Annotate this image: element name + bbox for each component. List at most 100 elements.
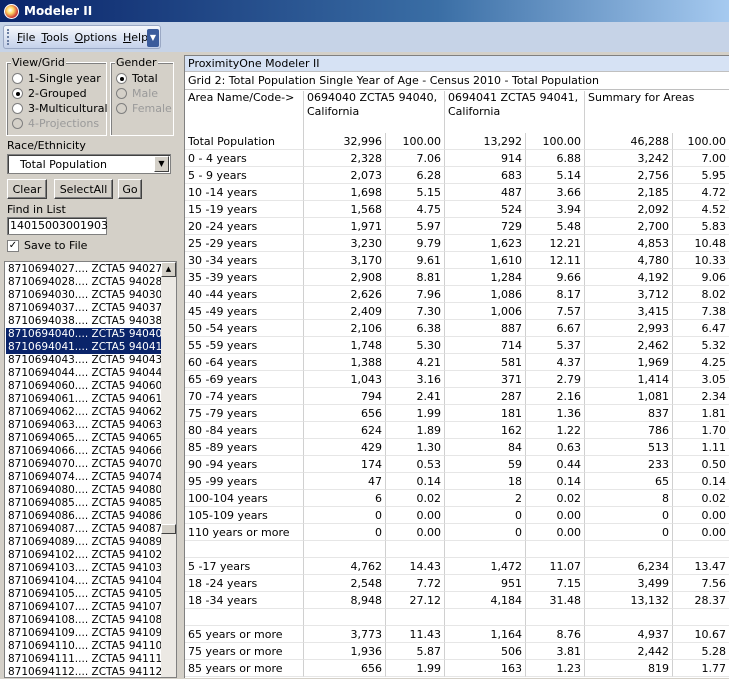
- percent-cell[interactable]: 9.79: [386, 235, 445, 252]
- percent-cell[interactable]: 11.07: [526, 558, 585, 575]
- percent-cell[interactable]: 5.14: [526, 167, 585, 184]
- percent-cell[interactable]: 0.53: [386, 456, 445, 473]
- percent-cell[interactable]: 2.34: [673, 388, 729, 405]
- percent-cell[interactable]: 4.37: [526, 354, 585, 371]
- count-cell[interactable]: 2,462: [585, 337, 673, 354]
- count-cell[interactable]: 794: [304, 388, 386, 405]
- count-cell[interactable]: 2,993: [585, 320, 673, 337]
- view-grid-option-3[interactable]: 3-Multicultural: [12, 102, 108, 115]
- count-cell[interactable]: 8,948: [304, 592, 386, 609]
- percent-cell[interactable]: 8.81: [386, 269, 445, 286]
- row-label[interactable]: 15 -19 years: [185, 201, 304, 218]
- percent-cell[interactable]: 6.88: [526, 150, 585, 167]
- percent-cell[interactable]: 0.00: [386, 507, 445, 524]
- count-cell[interactable]: 1,568: [304, 201, 386, 218]
- count-cell[interactable]: 2,328: [304, 150, 386, 167]
- percent-cell[interactable]: 1.81: [673, 405, 729, 422]
- toolbar-overflow-chevron-icon[interactable]: ▼: [147, 29, 159, 47]
- row-label[interactable]: 10 -14 years: [185, 184, 304, 201]
- row-label[interactable]: 70 -74 years: [185, 388, 304, 405]
- count-cell[interactable]: 0: [304, 507, 386, 524]
- count-cell[interactable]: 8: [585, 490, 673, 507]
- count-cell[interactable]: 1,043: [304, 371, 386, 388]
- row-label[interactable]: 5 - 9 years: [185, 167, 304, 184]
- percent-cell[interactable]: 2.79: [526, 371, 585, 388]
- count-cell[interactable]: 2,073: [304, 167, 386, 184]
- count-cell[interactable]: 714: [445, 337, 526, 354]
- menu-file[interactable]: File: [14, 31, 38, 44]
- percent-cell[interactable]: 5.83: [673, 218, 729, 235]
- percent-cell[interactable]: 0.00: [386, 524, 445, 541]
- count-cell[interactable]: 3,230: [304, 235, 386, 252]
- count-cell[interactable]: 371: [445, 371, 526, 388]
- count-cell[interactable]: 65: [585, 473, 673, 490]
- view-grid-option-2[interactable]: 2-Grouped: [12, 87, 87, 100]
- list-item[interactable]: 8710694028.... ZCTA5 94028, C: [6, 276, 162, 289]
- percent-cell[interactable]: 0.00: [673, 524, 729, 541]
- find-in-list-input[interactable]: 14015003001903: [7, 217, 108, 235]
- row-label[interactable]: [185, 609, 304, 626]
- count-cell[interactable]: 1,610: [445, 252, 526, 269]
- row-label[interactable]: 40 -44 years: [185, 286, 304, 303]
- percent-cell[interactable]: 12.21: [526, 235, 585, 252]
- percent-cell[interactable]: 2.41: [386, 388, 445, 405]
- list-item[interactable]: 8710694103.... ZCTA5 94103, C: [6, 562, 162, 575]
- percent-cell[interactable]: 0.63: [526, 439, 585, 456]
- count-cell[interactable]: 1,472: [445, 558, 526, 575]
- count-cell[interactable]: 4,762: [304, 558, 386, 575]
- row-label[interactable]: Total Population: [185, 133, 304, 150]
- list-item[interactable]: 8710694089.... ZCTA5 94089, C: [6, 536, 162, 549]
- list-item[interactable]: 8710694044.... ZCTA5 94044, C: [6, 367, 162, 380]
- percent-cell[interactable]: 100.00: [386, 133, 445, 150]
- list-item[interactable]: 8710694112.... ZCTA5 94112, C: [6, 666, 162, 679]
- count-cell[interactable]: [304, 609, 386, 626]
- count-cell[interactable]: 2,756: [585, 167, 673, 184]
- percent-cell[interactable]: 3.81: [526, 643, 585, 660]
- percent-cell[interactable]: 1.70: [673, 422, 729, 439]
- percent-cell[interactable]: 5.87: [386, 643, 445, 660]
- percent-cell[interactable]: 14.43: [386, 558, 445, 575]
- count-cell[interactable]: 233: [585, 456, 673, 473]
- count-cell[interactable]: 1,969: [585, 354, 673, 371]
- toolbar-grip-icon[interactable]: [7, 29, 10, 45]
- count-cell[interactable]: 3,773: [304, 626, 386, 643]
- percent-cell[interactable]: 9.06: [673, 269, 729, 286]
- percent-cell[interactable]: 7.96: [386, 286, 445, 303]
- row-label[interactable]: 80 -84 years: [185, 422, 304, 439]
- percent-cell[interactable]: 0.00: [526, 507, 585, 524]
- percent-cell[interactable]: 28.37: [673, 592, 729, 609]
- list-item[interactable]: 8710694061.... ZCTA5 94061, C: [6, 393, 162, 406]
- count-cell[interactable]: 162: [445, 422, 526, 439]
- count-cell[interactable]: 4,184: [445, 592, 526, 609]
- percent-cell[interactable]: [386, 609, 445, 626]
- percent-cell[interactable]: 0.00: [526, 524, 585, 541]
- row-label[interactable]: 20 -24 years: [185, 218, 304, 235]
- menu-options[interactable]: Options: [72, 31, 120, 44]
- percent-cell[interactable]: 100.00: [673, 133, 729, 150]
- percent-cell[interactable]: 5.48: [526, 218, 585, 235]
- list-item[interactable]: 8710694062.... ZCTA5 94062, C: [6, 406, 162, 419]
- count-cell[interactable]: 32,996: [304, 133, 386, 150]
- count-cell[interactable]: 1,623: [445, 235, 526, 252]
- percent-cell[interactable]: 1.23: [526, 660, 585, 677]
- percent-cell[interactable]: 1.36: [526, 405, 585, 422]
- percent-cell[interactable]: 5.30: [386, 337, 445, 354]
- percent-cell[interactable]: [386, 541, 445, 558]
- chevron-down-icon[interactable]: ▼: [154, 156, 169, 172]
- gender-option-total[interactable]: Total: [116, 72, 158, 85]
- percent-cell[interactable]: 7.15: [526, 575, 585, 592]
- count-cell[interactable]: 2: [445, 490, 526, 507]
- list-item[interactable]: 8710694030.... ZCTA5 94030, C: [6, 289, 162, 302]
- list-item[interactable]: 8710694027.... ZCTA5 94027, C: [6, 263, 162, 276]
- percent-cell[interactable]: 6.47: [673, 320, 729, 337]
- count-cell[interactable]: 4,780: [585, 252, 673, 269]
- list-item[interactable]: 8710694041.... ZCTA5 94041, C: [6, 341, 162, 354]
- percent-cell[interactable]: 13.47: [673, 558, 729, 575]
- count-cell[interactable]: 837: [585, 405, 673, 422]
- percent-cell[interactable]: [526, 541, 585, 558]
- list-item[interactable]: 8710694107.... ZCTA5 94107, C: [6, 601, 162, 614]
- percent-cell[interactable]: 7.72: [386, 575, 445, 592]
- percent-cell[interactable]: 31.48: [526, 592, 585, 609]
- count-cell[interactable]: 656: [304, 405, 386, 422]
- count-cell[interactable]: 429: [304, 439, 386, 456]
